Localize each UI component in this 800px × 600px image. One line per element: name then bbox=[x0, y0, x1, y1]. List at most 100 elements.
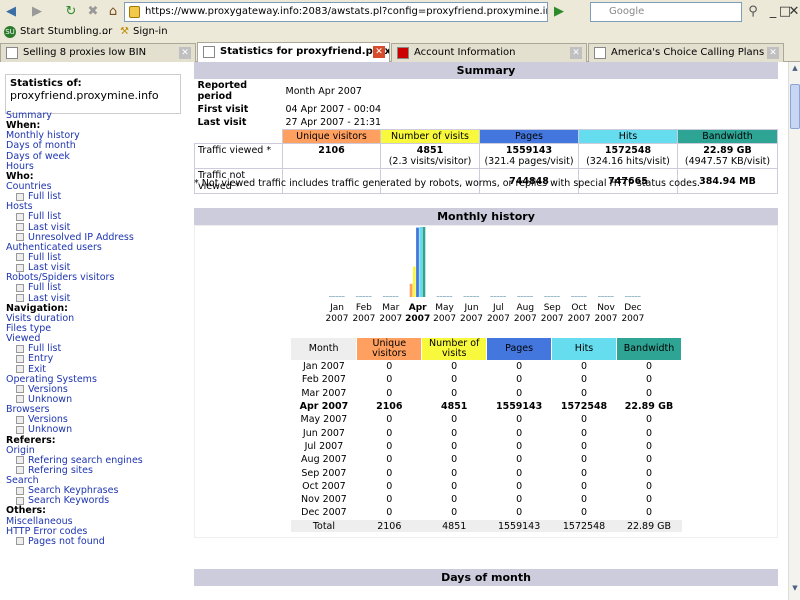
page-icon bbox=[6, 47, 18, 59]
chart-bar bbox=[355, 296, 359, 297]
chart-tick-label: Sep bbox=[544, 303, 561, 313]
go-icon[interactable]: ▶ bbox=[550, 3, 568, 21]
table-row: Nov 2007 0 0 0 0 0 bbox=[291, 492, 682, 507]
chart-bar bbox=[412, 266, 416, 297]
header-unique-visitors: Unique visitors bbox=[282, 129, 381, 144]
tab-account[interactable]: Account Information ✕ bbox=[391, 43, 587, 62]
stats-domain: proxyfriend.proxymine.info bbox=[10, 89, 159, 102]
table-row: Dec 2007 0 0 0 0 0 bbox=[291, 506, 682, 521]
chart-bar bbox=[335, 296, 339, 297]
viewed-bandwidth: 22.89 GB (4947.57 KB/visit) bbox=[677, 143, 778, 169]
table-cell: 0 bbox=[356, 479, 422, 494]
address-bar[interactable]: https://www.proxygateway.info:2083/awsta… bbox=[124, 2, 548, 22]
back-icon[interactable]: ◀ bbox=[2, 3, 20, 21]
table-row: Jun 2007 0 0 0 0 0 bbox=[291, 426, 682, 441]
chart-bar bbox=[610, 296, 614, 297]
chart-year-label: 2007 bbox=[433, 314, 456, 323]
table-cell: 0 bbox=[421, 466, 487, 481]
table-cell: 0 bbox=[551, 453, 617, 467]
close-tab-icon[interactable]: ✕ bbox=[767, 47, 779, 59]
chart-tick-label: May bbox=[435, 303, 454, 313]
scroll-down-icon[interactable]: ▼ bbox=[790, 584, 800, 596]
table-cell: 0 bbox=[421, 439, 487, 454]
tab-label: Selling 8 proxies low BIN bbox=[23, 47, 147, 58]
chart-bar bbox=[544, 296, 547, 297]
table-cell: 0 bbox=[551, 413, 617, 427]
menu-link[interactable]: Hours bbox=[6, 161, 190, 172]
menu-subitem[interactable]: Full list bbox=[6, 191, 190, 202]
scrollbar[interactable]: ▲ ▼ bbox=[788, 62, 800, 600]
tab-calling-plans[interactable]: America's Choice Calling Plans ✕ bbox=[588, 43, 784, 62]
total-cell: Total bbox=[291, 519, 357, 534]
label: Last visit bbox=[197, 117, 247, 129]
search-icon[interactable]: ⚲ bbox=[744, 3, 762, 21]
table-cell: Aug 2007 bbox=[291, 453, 357, 467]
tab-selling[interactable]: Selling 8 proxies low BIN ✕ bbox=[0, 43, 196, 62]
monthly-chart: Jan2007Feb2007Mar2007Apr2007May2007Jun20… bbox=[326, 227, 644, 323]
table-cell: 1572548 bbox=[551, 399, 617, 414]
reported-period: Month Apr 2007 bbox=[285, 85, 362, 97]
table-cell: 0 bbox=[486, 479, 552, 494]
table-cell: 0 bbox=[486, 386, 552, 401]
table-cell: 0 bbox=[616, 439, 682, 454]
monthly-header: Unique visitors bbox=[356, 338, 423, 360]
chart-year-label: 2007 bbox=[487, 314, 510, 323]
menu-subitem[interactable]: Unknown bbox=[6, 425, 190, 435]
forward-icon[interactable]: ▶ bbox=[28, 3, 46, 21]
close-tab-icon[interactable]: ✕ bbox=[373, 46, 385, 58]
chart-year-label: 2007 bbox=[541, 314, 564, 323]
chart-bar bbox=[580, 296, 584, 297]
reload-icon[interactable]: ↻ bbox=[62, 3, 80, 21]
monthly-table: Month Unique visitors Number of visits Page… bbox=[291, 338, 682, 534]
chart-bar bbox=[436, 296, 440, 297]
table-cell: 0 bbox=[616, 453, 682, 467]
chart-tick-label: Jun bbox=[463, 303, 478, 313]
table-row: Apr 2007 2106 4851 1559143 1572548 22.89 GB bbox=[291, 399, 682, 414]
header-pages: Pages bbox=[479, 129, 579, 144]
tab-label: America's Choice Calling Plans bbox=[611, 47, 765, 58]
table-cell: 0 bbox=[551, 426, 617, 441]
sign-in-link[interactable]: Sign-in bbox=[133, 23, 168, 41]
stop-icon[interactable]: ✖ bbox=[84, 3, 102, 21]
table-cell: 0 bbox=[551, 439, 617, 454]
stats-header: Statistics of: proxyfriend.proxymine.inf… bbox=[5, 74, 181, 114]
chart-bar bbox=[422, 227, 426, 297]
scroll-up-icon[interactable]: ▲ bbox=[790, 64, 800, 76]
chart-bar bbox=[439, 296, 443, 297]
chart-bar bbox=[547, 296, 551, 297]
table-cell: 0 bbox=[616, 492, 682, 507]
close-tab-icon[interactable]: ✕ bbox=[179, 47, 191, 59]
menu-subitem[interactable]: Entry bbox=[6, 354, 190, 364]
chart-bar bbox=[341, 296, 345, 297]
table-cell: Nov 2007 bbox=[291, 492, 357, 507]
sidebar-menu: Summary When: Monthly history Days of month… bbox=[6, 110, 190, 547]
table-cell: 22.89 GB bbox=[616, 399, 682, 414]
viewed-hits: 1572548 (324.16 hits/visit) bbox=[578, 143, 678, 169]
viewed-visits: 4851 (2.3 visits/visitor) bbox=[380, 143, 480, 169]
search-input[interactable]: Google bbox=[590, 2, 742, 22]
close-tab-icon[interactable]: ✕ bbox=[570, 47, 582, 59]
table-cell: 0 bbox=[616, 479, 682, 494]
toolbar: SU Start Stumbling... or ⚒ Sign-in bbox=[0, 23, 800, 41]
home-icon[interactable]: ⌂ bbox=[104, 3, 122, 21]
chart-bar bbox=[382, 296, 386, 297]
tab-statistics[interactable]: Statistics for proxyfriend.proxy... ✕ bbox=[197, 42, 390, 62]
start-stumbling-link[interactable]: Start Stumbling... bbox=[20, 23, 108, 41]
menu-subitem[interactable]: Pages not found bbox=[6, 536, 190, 547]
chart-year-label: 2007 bbox=[460, 314, 483, 323]
chart-bar bbox=[443, 296, 446, 297]
total-cell: 1559143 bbox=[486, 519, 552, 534]
close-icon[interactable]: ✕ bbox=[788, 3, 800, 21]
scrollbar-thumb[interactable] bbox=[790, 84, 800, 129]
chart-tick-label: Apr bbox=[409, 303, 427, 313]
monthly-header: Pages bbox=[486, 338, 553, 360]
table-cell: 0 bbox=[486, 453, 552, 467]
chart-bar bbox=[631, 296, 635, 297]
summary-table: Reported period Month Apr 2007 First visi… bbox=[194, 79, 778, 194]
chart-bar bbox=[359, 296, 362, 297]
summary-title: Summary bbox=[194, 62, 778, 79]
tab-label: Account Information bbox=[414, 47, 516, 58]
or-text: or bbox=[102, 26, 113, 37]
chart-year-label: 2007 bbox=[568, 314, 591, 323]
menu-subitem[interactable]: Full list bbox=[6, 283, 190, 293]
